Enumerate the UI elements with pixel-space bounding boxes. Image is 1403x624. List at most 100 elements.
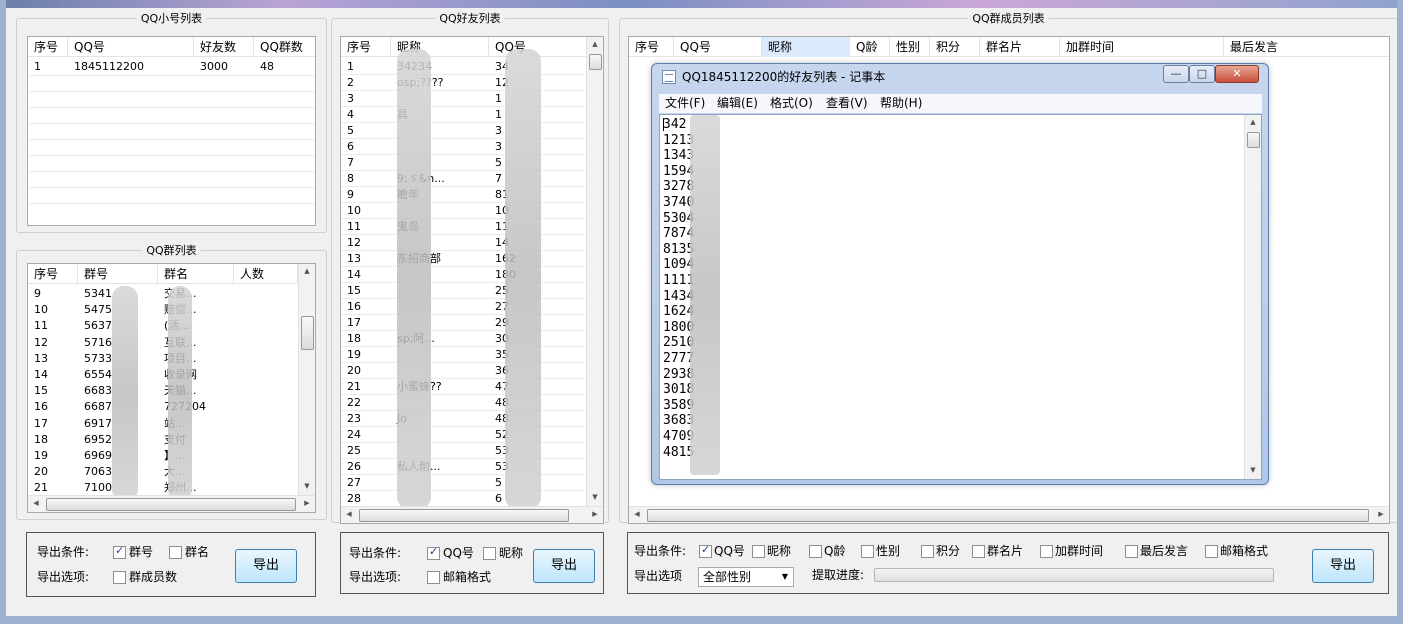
table-row[interactable]: 1 1845112200 3000 48 xyxy=(28,59,315,75)
group-name-label[interactable]: 群名 xyxy=(185,544,209,560)
col-header-nickname[interactable]: 昵称 xyxy=(762,37,850,57)
table-row[interactable]: 18sp;阿...30 xyxy=(341,331,586,347)
table-row[interactable]: 63 xyxy=(341,139,586,155)
member-count-label[interactable]: 群成员数 xyxy=(129,569,177,585)
group-no-label[interactable]: 群号 xyxy=(129,544,153,560)
notepad-vertical-scrollbar[interactable]: ▲ ▼ xyxy=(1244,115,1261,479)
scroll-up-arrow-icon[interactable]: ▲ xyxy=(1245,115,1261,131)
members-nick-label[interactable]: 昵称 xyxy=(767,543,791,559)
friends-mail-checkbox[interactable] xyxy=(427,571,440,584)
members-age-label[interactable]: Q龄 xyxy=(824,543,845,559)
table-row[interactable]: 196969】... xyxy=(28,448,298,464)
table-row[interactable]: 14180 xyxy=(341,267,586,283)
col-header-member-count[interactable]: 人数 xyxy=(234,264,298,284)
table-row[interactable]: 53 xyxy=(341,123,586,139)
table-row[interactable]: 105475赔偿... xyxy=(28,302,298,318)
menu-help[interactable]: 帮助(H) xyxy=(880,94,922,113)
col-header-qq[interactable]: QQ号 xyxy=(68,37,194,57)
table-row[interactable]: 11鬼岛11 xyxy=(341,219,586,235)
members-last-checkbox[interactable] xyxy=(1125,545,1138,558)
menu-format[interactable]: 格式(O) xyxy=(770,94,813,113)
menu-view[interactable]: 查看(V) xyxy=(826,94,868,113)
scroll-down-arrow-icon[interactable]: ▼ xyxy=(587,490,603,506)
minimize-button[interactable]: — xyxy=(1163,65,1189,83)
col-header-index[interactable]: 序号 xyxy=(28,37,68,57)
table-row[interactable]: 135733项目... xyxy=(28,351,298,367)
scroll-down-arrow-icon[interactable]: ▼ xyxy=(1245,463,1261,479)
friends-qq-checkbox[interactable] xyxy=(427,545,440,560)
accounts-list[interactable]: 序号 QQ号 好友数 QQ群数 1 1845112200 3000 48 xyxy=(27,36,316,226)
scroll-right-arrow-icon[interactable]: ▶ xyxy=(587,507,603,523)
table-row[interactable]: 115637(活... xyxy=(28,318,298,334)
table-row[interactable]: 24 52 xyxy=(341,427,586,443)
friends-mail-label[interactable]: 邮箱格式 xyxy=(443,569,491,585)
members-age-checkbox[interactable] xyxy=(809,545,822,558)
group-name-checkbox[interactable] xyxy=(169,546,182,559)
friends-horizontal-scrollbar[interactable]: ◀ ▶ xyxy=(341,506,603,523)
scroll-thumb[interactable] xyxy=(301,316,314,350)
table-row[interactable]: 176917站... xyxy=(28,416,298,432)
groups-export-button[interactable]: 导出 xyxy=(235,549,297,583)
scroll-left-arrow-icon[interactable]: ◀ xyxy=(341,507,357,523)
table-row[interactable]: 31 xyxy=(341,91,586,107)
groups-horizontal-scrollbar[interactable]: ◀ ▶ xyxy=(28,495,315,512)
table-row[interactable]: 13东招商部162 xyxy=(341,251,586,267)
table-row[interactable]: 15 25 xyxy=(341,283,586,299)
members-mail-checkbox[interactable] xyxy=(1205,545,1218,558)
table-row[interactable]: 13423434 xyxy=(341,59,586,75)
table-row[interactable]: 28 6 xyxy=(341,491,586,507)
members-card-checkbox[interactable] xyxy=(972,545,985,558)
scroll-right-arrow-icon[interactable]: ▶ xyxy=(1373,507,1389,523)
table-row[interactable]: 2osp;????12 xyxy=(341,75,586,91)
scroll-down-arrow-icon[interactable]: ▼ xyxy=(299,479,315,495)
table-row[interactable]: 207063大... xyxy=(28,464,298,480)
maximize-button[interactable]: □ xyxy=(1189,65,1215,83)
friends-vertical-scrollbar[interactable]: ▲ ▼ xyxy=(586,37,603,506)
friends-export-button[interactable]: 导出 xyxy=(533,549,595,583)
scroll-thumb[interactable] xyxy=(46,498,296,511)
scroll-right-arrow-icon[interactable]: ▶ xyxy=(299,496,315,512)
members-join-label[interactable]: 加群时间 xyxy=(1055,543,1103,559)
table-row[interactable]: 26私人耐...53 xyxy=(341,459,586,475)
col-header-age[interactable]: Q龄 xyxy=(850,37,890,57)
menu-edit[interactable]: 编辑(E) xyxy=(717,94,758,113)
chevron-down-icon[interactable]: ▼ xyxy=(777,568,793,586)
members-join-checkbox[interactable] xyxy=(1040,545,1053,558)
table-row[interactable]: 25 53 xyxy=(341,443,586,459)
col-header-points[interactable]: 积分 xyxy=(930,37,980,57)
members-points-label[interactable]: 积分 xyxy=(936,543,960,559)
table-row[interactable]: 89;ゞ&n...7 xyxy=(341,171,586,187)
col-header-index[interactable]: 序号 xyxy=(629,37,674,57)
table-row[interactable]: 95341交易... xyxy=(28,286,298,302)
members-last-label[interactable]: 最后发言 xyxy=(1140,543,1188,559)
table-row[interactable]: 4具1 xyxy=(341,107,586,123)
members-card-label[interactable]: 群名片 xyxy=(987,543,1023,559)
col-header-index[interactable]: 序号 xyxy=(341,37,391,57)
table-row[interactable]: 17 29 xyxy=(341,315,586,331)
scroll-up-arrow-icon[interactable]: ▲ xyxy=(299,264,315,280)
members-gender-checkbox[interactable] xyxy=(861,545,874,558)
col-header-last-speak[interactable]: 最后发言 xyxy=(1224,37,1389,57)
table-row[interactable]: 21小蜜蜂??47 xyxy=(341,379,586,395)
table-row[interactable]: 9瞻年81 xyxy=(341,187,586,203)
col-header-qq[interactable]: QQ号 xyxy=(674,37,762,57)
group-no-checkbox[interactable] xyxy=(113,544,126,559)
table-row[interactable]: 12 14 xyxy=(341,235,586,251)
scroll-left-arrow-icon[interactable]: ◀ xyxy=(629,507,645,523)
menu-file[interactable]: 文件(F) xyxy=(665,94,705,113)
table-row[interactable]: 27 5 xyxy=(341,475,586,491)
gender-select[interactable]: 全部性别 ▼ xyxy=(698,567,794,587)
col-header-group-name[interactable]: 群名 xyxy=(158,264,234,284)
table-row[interactable]: 16 27 xyxy=(341,299,586,315)
friends-nick-checkbox[interactable] xyxy=(483,547,496,560)
table-row[interactable]: 125716互联... xyxy=(28,335,298,351)
members-qq-checkbox[interactable] xyxy=(699,543,712,558)
table-row[interactable]: 22 48 xyxy=(341,395,586,411)
col-header-index[interactable]: 序号 xyxy=(28,264,78,284)
table-row[interactable]: 217100郑州... xyxy=(28,480,298,496)
notepad-window[interactable]: QQ1845112200的好友列表 - 记事本 — □ ✕ 文件(F) 编辑(E… xyxy=(651,63,1269,485)
table-row[interactable]: 75 xyxy=(341,155,586,171)
members-export-button[interactable]: 导出 xyxy=(1312,549,1374,583)
scroll-left-arrow-icon[interactable]: ◀ xyxy=(28,496,44,512)
groups-vertical-scrollbar[interactable]: ▲ ▼ xyxy=(298,264,315,495)
